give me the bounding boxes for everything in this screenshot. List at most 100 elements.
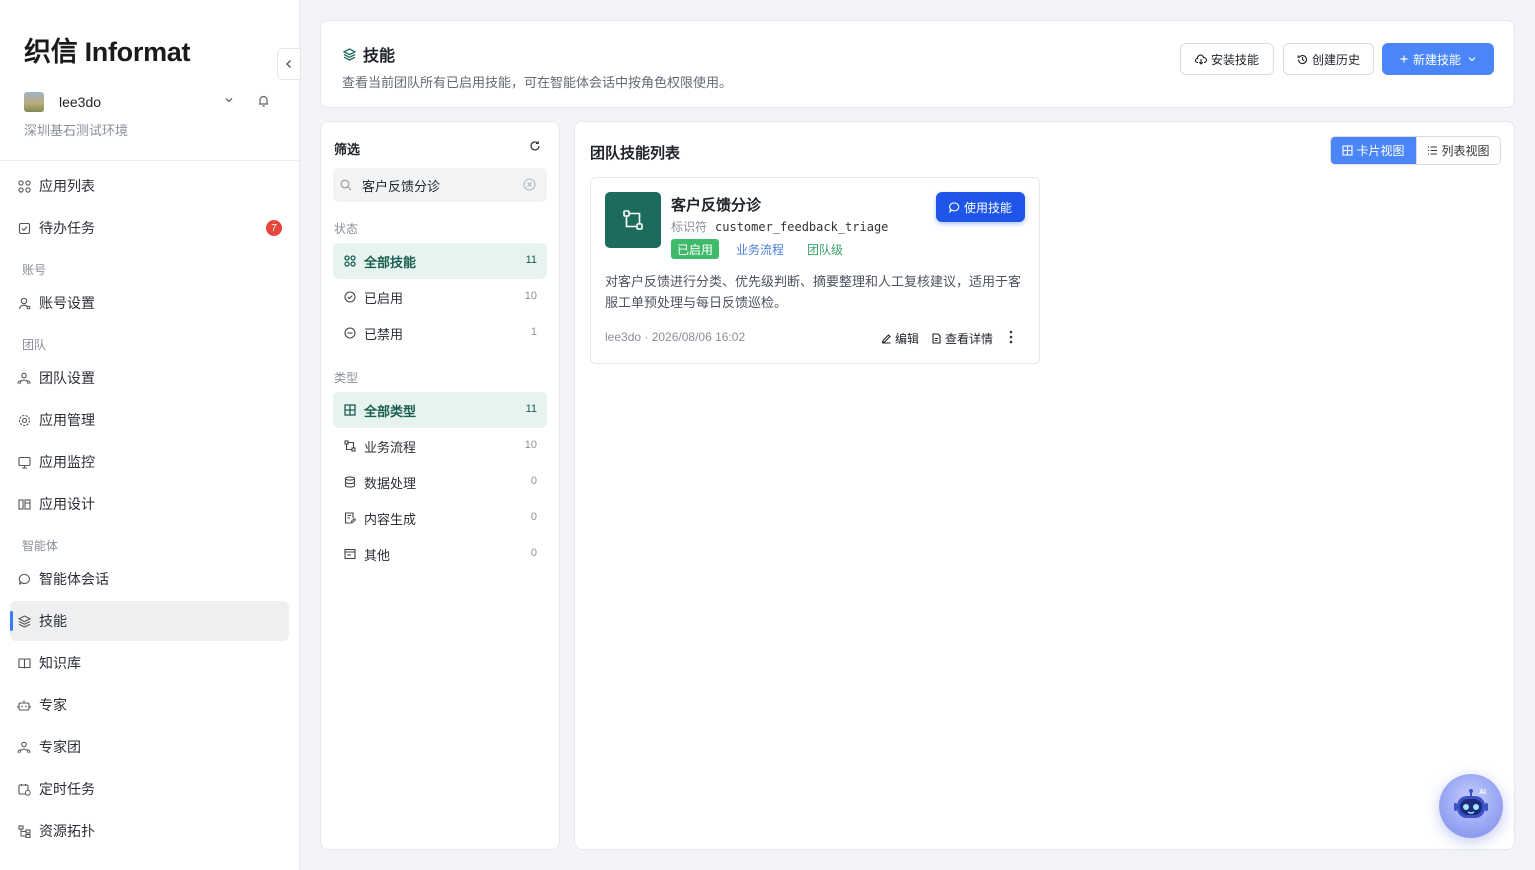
- sidebar-item-experts[interactable]: 专家: [10, 685, 289, 725]
- list-view-button[interactable]: 列表视图: [1415, 137, 1500, 164]
- skill-name: 客户反馈分诊: [671, 197, 762, 214]
- type-section-label: 类型: [334, 371, 359, 385]
- page-description: 查看当前团队所有已启用技能，可在智能体会话中按角色权限使用。: [342, 75, 733, 90]
- sidebar-item-app-list[interactable]: 应用列表: [10, 166, 289, 206]
- sidebar-item-todo[interactable]: 待办任务 7: [10, 208, 289, 248]
- sidebar-item-label: 定时任务: [39, 781, 95, 797]
- monitor-icon: [17, 455, 31, 469]
- skill-description: 对客户反馈进行分类、优先级判断、摘要整理和人工复核建议，适用于客服工单预处理与每…: [605, 274, 1022, 310]
- filter-status-disabled[interactable]: 已禁用 1: [333, 315, 547, 351]
- count: 11: [525, 403, 537, 415]
- sidebar-item-label: 专家团: [39, 739, 81, 755]
- chat-bubble-icon: [949, 201, 960, 213]
- page-title: 技能: [343, 42, 395, 66]
- nav-group-label: 团队: [22, 338, 47, 352]
- document-edit-icon: [343, 512, 356, 525]
- svg-text:AI: AI: [1479, 789, 1486, 796]
- robot-icon: [17, 698, 31, 712]
- org-name: 深圳基石测试环境: [24, 123, 129, 138]
- type-tag: 业务流程: [736, 242, 785, 257]
- skill-card[interactable]: 客户反馈分诊 标识符 customer_feedback_triage 已启用 …: [590, 177, 1040, 364]
- count: 1: [530, 326, 537, 338]
- count: 0: [530, 511, 537, 523]
- user-icon: [17, 296, 31, 310]
- new-skill-button[interactable]: 新建技能: [1382, 43, 1494, 75]
- filter-type-content[interactable]: 内容生成 0: [333, 500, 547, 536]
- checkbox-icon: [17, 221, 31, 235]
- view-detail-button[interactable]: 查看详情: [931, 330, 993, 347]
- status-section-label: 状态: [334, 222, 359, 236]
- count: 0: [530, 547, 537, 559]
- filter-type-all[interactable]: 全部类型 11: [333, 392, 547, 428]
- refresh-icon[interactable]: [529, 140, 541, 152]
- card-view-button[interactable]: 卡片视图: [1331, 137, 1416, 164]
- filter-title: 筛选: [334, 142, 361, 157]
- design-icon: [17, 497, 31, 511]
- filter-type-workflow[interactable]: 业务流程 10: [333, 428, 547, 464]
- bell-icon[interactable]: [257, 94, 270, 108]
- check-circle-icon: [343, 291, 356, 304]
- sidebar-item-app-monitor[interactable]: 应用监控: [10, 442, 289, 482]
- grid-icon: [343, 255, 356, 268]
- sidebar-item-knowledge[interactable]: 知识库: [10, 643, 289, 683]
- clear-icon[interactable]: [523, 178, 536, 191]
- team-icon: [17, 740, 31, 754]
- sidebar-item-team-settings[interactable]: 团队设置: [10, 358, 289, 398]
- sidebar-item-account-settings[interactable]: 账号设置: [10, 283, 289, 323]
- brand-logo: 织信 Informat: [24, 37, 191, 67]
- sidebar-item-label: 智能体会话: [39, 571, 109, 587]
- status-badge: 已启用: [671, 239, 720, 259]
- team-icon: [17, 371, 31, 385]
- count: 0: [530, 475, 537, 487]
- list-icon: [1427, 145, 1438, 156]
- sidebar-item-agent-chat[interactable]: 智能体会话: [10, 559, 289, 599]
- nav-group-label: 智能体: [22, 539, 59, 553]
- sidebar-item-label: 技能: [39, 613, 67, 629]
- table-icon: [343, 404, 356, 417]
- user-name: lee3do: [59, 94, 102, 110]
- list-title: 团队技能列表: [590, 145, 681, 162]
- layers-icon: [343, 47, 356, 61]
- layers-icon: [17, 614, 31, 628]
- grid-icon: [17, 179, 31, 193]
- sidebar-item-label: 应用监控: [39, 454, 95, 470]
- page-header: 技能 查看当前团队所有已启用技能，可在智能体会话中按角色权限使用。 安装技能 创…: [320, 20, 1515, 108]
- filter-type-data[interactable]: 数据处理 0: [333, 464, 547, 500]
- book-icon: [17, 656, 31, 670]
- sidebar-item-label: 应用设计: [39, 496, 95, 512]
- install-skill-button[interactable]: 安装技能: [1180, 43, 1274, 75]
- filter-type-other[interactable]: 其他 0: [333, 536, 547, 572]
- sidebar-item-skills[interactable]: 技能: [10, 601, 289, 641]
- sidebar-item-expert-team[interactable]: 专家团: [10, 727, 289, 767]
- search-input[interactable]: [362, 177, 512, 193]
- filter-status-all[interactable]: 全部技能 11: [333, 243, 547, 279]
- sidebar-item-label: 应用管理: [39, 412, 95, 428]
- cloud-download-icon: [1194, 54, 1207, 65]
- skill-id-value: customer_feedback_triage: [715, 219, 889, 234]
- ai-assistant-button[interactable]: AI: [1439, 774, 1503, 838]
- chevron-down-icon: [1467, 54, 1477, 64]
- window-icon: [343, 548, 356, 561]
- topology-icon: [17, 824, 31, 838]
- use-skill-button[interactable]: 使用技能: [936, 192, 1025, 222]
- history-icon: [1297, 54, 1308, 65]
- sidebar-item-label: 团队设置: [39, 370, 95, 386]
- user-menu[interactable]: lee3do: [24, 91, 274, 113]
- chevron-down-icon[interactable]: [224, 95, 234, 105]
- edit-button[interactable]: 编辑: [881, 330, 919, 347]
- document-icon: [931, 333, 942, 344]
- sidebar-item-app-manage[interactable]: 应用管理: [10, 400, 289, 440]
- plus-icon: [1399, 54, 1409, 64]
- gear-icon: [17, 413, 31, 427]
- sidebar-item-app-design[interactable]: 应用设计: [10, 484, 289, 524]
- sidebar: 织信 Informat lee3do 深圳基石测试环境 应用列表 待办任务 7 …: [0, 0, 301, 870]
- sidebar-item-label: 专家: [39, 697, 67, 713]
- filter-status-enabled[interactable]: 已启用 10: [333, 279, 547, 315]
- pencil-icon: [881, 333, 892, 344]
- skill-meta: lee3do · 2026/08/06 16:02: [605, 330, 746, 344]
- sidebar-item-topology[interactable]: 资源拓扑: [10, 811, 289, 851]
- sidebar-item-scheduled[interactable]: 定时任务: [10, 769, 289, 809]
- sidebar-collapse-button[interactable]: [277, 48, 301, 80]
- create-history-button[interactable]: 创建历史: [1283, 43, 1374, 75]
- more-menu-icon[interactable]: [1009, 330, 1013, 344]
